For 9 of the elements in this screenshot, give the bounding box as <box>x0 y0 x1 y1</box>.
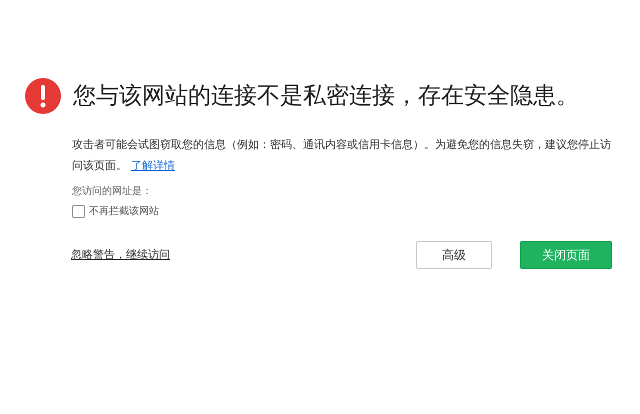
checkbox[interactable] <box>72 205 85 218</box>
warning-description: 攻击者可能会试图窃取您的信息（例如：密码、通讯内容或信用卡信息）。为避免您的信息失窃，建议您停止访问该页面。 了解详情 <box>72 137 612 174</box>
advanced-button[interactable]: 高级 <box>416 241 492 269</box>
warning-icon <box>25 78 61 114</box>
learn-more-link[interactable]: 了解详情 <box>131 159 175 172</box>
url-label: 您访问的网址是： <box>72 184 153 199</box>
ignore-warning-link[interactable]: 忽略警告，继续访问 <box>71 246 170 264</box>
checkbox-label: 不再拦截该网站 <box>89 204 159 219</box>
warning-title: 您与该网站的连接不是私密连接，存在安全隐患。 <box>73 82 579 111</box>
